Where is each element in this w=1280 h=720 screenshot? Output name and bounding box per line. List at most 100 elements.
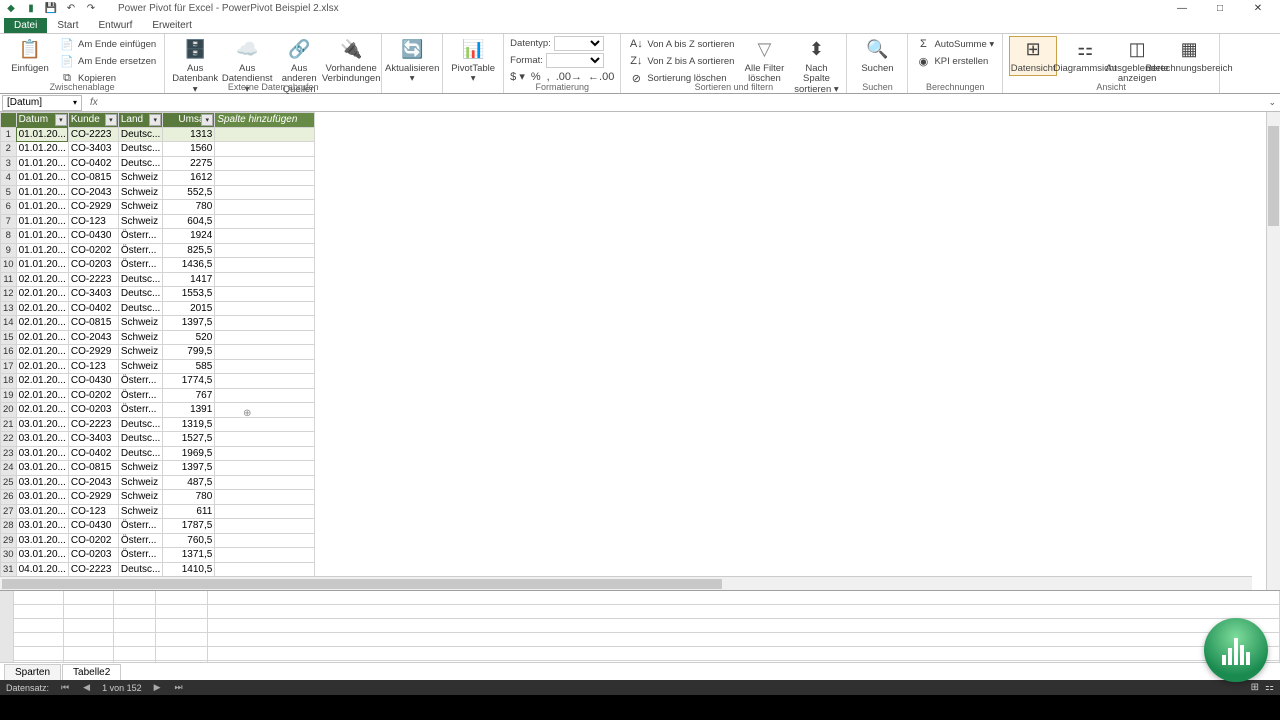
cell[interactable]: 2275 bbox=[163, 156, 215, 171]
cell[interactable]: 03.01.20... bbox=[16, 504, 68, 519]
cell[interactable]: Schweiz bbox=[118, 461, 162, 476]
cell[interactable]: 03.01.20... bbox=[16, 548, 68, 563]
cell[interactable]: 03.01.20... bbox=[16, 446, 68, 461]
cell[interactable]: 02.01.20... bbox=[16, 272, 68, 287]
cell[interactable] bbox=[215, 200, 315, 215]
cell[interactable]: 03.01.20... bbox=[16, 533, 68, 548]
row-header[interactable]: 10 bbox=[1, 258, 17, 273]
cell[interactable]: Schweiz bbox=[118, 200, 162, 215]
cell[interactable]: CO-123 bbox=[68, 504, 118, 519]
cell[interactable]: Deutsc... bbox=[118, 156, 162, 171]
filter-icon[interactable]: ▾ bbox=[105, 114, 117, 126]
grid-view-icon[interactable]: ⊞ bbox=[1251, 682, 1259, 693]
row-header[interactable]: 15 bbox=[1, 330, 17, 345]
cell[interactable]: 1774,5 bbox=[163, 374, 215, 389]
increase-decimal-icon[interactable]: .00→ bbox=[556, 71, 582, 83]
cell[interactable]: 604,5 bbox=[163, 214, 215, 229]
filter-icon[interactable]: ▾ bbox=[149, 114, 161, 126]
row-header[interactable]: 27 bbox=[1, 504, 17, 519]
cell[interactable]: 01.01.20... bbox=[16, 156, 68, 171]
first-record-button[interactable]: ⏮ bbox=[59, 682, 71, 693]
cell[interactable]: CO-2223 bbox=[68, 272, 118, 287]
cell[interactable]: CO-0203 bbox=[68, 258, 118, 273]
cell[interactable] bbox=[215, 388, 315, 403]
cell[interactable]: CO-2043 bbox=[68, 330, 118, 345]
cell[interactable]: 1319,5 bbox=[163, 417, 215, 432]
cell[interactable]: 1436,5 bbox=[163, 258, 215, 273]
cell[interactable]: 02.01.20... bbox=[16, 301, 68, 316]
cell[interactable] bbox=[215, 258, 315, 273]
cell[interactable]: 02.01.20... bbox=[16, 316, 68, 331]
cell[interactable] bbox=[215, 446, 315, 461]
row-header[interactable]: 2 bbox=[1, 142, 17, 157]
row-header[interactable]: 19 bbox=[1, 388, 17, 403]
cell[interactable] bbox=[215, 461, 315, 476]
row-header[interactable]: 18 bbox=[1, 374, 17, 389]
cell[interactable]: Schweiz bbox=[118, 359, 162, 374]
undo-icon[interactable]: ↶ bbox=[64, 1, 78, 15]
row-header[interactable]: 4 bbox=[1, 171, 17, 186]
cell[interactable]: CO-2223 bbox=[68, 127, 118, 142]
row-header[interactable]: 16 bbox=[1, 345, 17, 360]
cell[interactable]: 1787,5 bbox=[163, 519, 215, 534]
cell[interactable]: Österr... bbox=[118, 388, 162, 403]
cell[interactable]: CO-0202 bbox=[68, 533, 118, 548]
comma-icon[interactable]: , bbox=[547, 71, 550, 83]
cell[interactable]: Österr... bbox=[118, 374, 162, 389]
tab-erweitert[interactable]: Erweitert bbox=[142, 18, 201, 33]
cell[interactable]: Schweiz bbox=[118, 475, 162, 490]
row-header[interactable]: 5 bbox=[1, 185, 17, 200]
cell[interactable] bbox=[215, 185, 315, 200]
row-header[interactable]: 1 bbox=[1, 127, 17, 142]
cell[interactable]: 01.01.20... bbox=[16, 243, 68, 258]
cell[interactable]: CO-0815 bbox=[68, 171, 118, 186]
cell[interactable]: Deutsc... bbox=[118, 446, 162, 461]
cell[interactable]: CO-0430 bbox=[68, 229, 118, 244]
diagram-view-icon[interactable]: ⚏ bbox=[1265, 682, 1274, 693]
cell[interactable]: CO-3403 bbox=[68, 432, 118, 447]
replace-end-button[interactable]: 📄Am Ende ersetzen bbox=[58, 53, 158, 69]
cell[interactable]: CO-0815 bbox=[68, 316, 118, 331]
sort-za-button[interactable]: Z↓Von Z bis A sortieren bbox=[627, 53, 736, 69]
cell[interactable] bbox=[215, 142, 315, 157]
cell[interactable]: CO-2929 bbox=[68, 200, 118, 215]
cell[interactable]: 780 bbox=[163, 200, 215, 215]
existing-conn-button[interactable]: 🔌Vorhandene Verbindungen bbox=[327, 36, 375, 85]
sheet-tab-tabelle2[interactable]: Tabelle2 bbox=[62, 664, 121, 680]
row-header[interactable]: 21 bbox=[1, 417, 17, 432]
formula-input[interactable] bbox=[102, 95, 1269, 111]
row-header[interactable]: 6 bbox=[1, 200, 17, 215]
cell[interactable] bbox=[215, 345, 315, 360]
cell[interactable]: Schweiz bbox=[118, 185, 162, 200]
cell[interactable]: 01.01.20... bbox=[16, 258, 68, 273]
refresh-button[interactable]: 🔄Aktualisieren ▾ bbox=[388, 36, 436, 85]
name-box[interactable]: [Datum] ▾ bbox=[2, 95, 82, 111]
datatype-select[interactable] bbox=[554, 36, 604, 51]
cell[interactable]: 760,5 bbox=[163, 533, 215, 548]
row-header[interactable]: 24 bbox=[1, 461, 17, 476]
cell[interactable]: 03.01.20... bbox=[16, 432, 68, 447]
filter-icon[interactable]: ▾ bbox=[201, 114, 213, 126]
cell[interactable]: 520 bbox=[163, 330, 215, 345]
cell[interactable]: 1612 bbox=[163, 171, 215, 186]
cell[interactable]: 611 bbox=[163, 504, 215, 519]
cell[interactable]: Österr... bbox=[118, 519, 162, 534]
cell[interactable]: 03.01.20... bbox=[16, 490, 68, 505]
row-header[interactable]: 11 bbox=[1, 272, 17, 287]
next-record-button[interactable]: ▶ bbox=[152, 682, 163, 693]
cell[interactable]: CO-2929 bbox=[68, 490, 118, 505]
cell[interactable]: CO-0202 bbox=[68, 388, 118, 403]
cell[interactable] bbox=[215, 432, 315, 447]
cell[interactable]: 01.01.20... bbox=[16, 229, 68, 244]
cell[interactable]: CO-2223 bbox=[68, 562, 118, 577]
cell[interactable]: 03.01.20... bbox=[16, 475, 68, 490]
calculation-area[interactable] bbox=[0, 590, 1280, 662]
cell[interactable]: Österr... bbox=[118, 229, 162, 244]
row-header[interactable]: 17 bbox=[1, 359, 17, 374]
cell[interactable] bbox=[215, 272, 315, 287]
cell[interactable] bbox=[215, 287, 315, 302]
row-header[interactable]: 22 bbox=[1, 432, 17, 447]
cell[interactable]: CO-0430 bbox=[68, 519, 118, 534]
select-all-corner[interactable] bbox=[1, 113, 17, 128]
cell[interactable]: Österr... bbox=[118, 258, 162, 273]
